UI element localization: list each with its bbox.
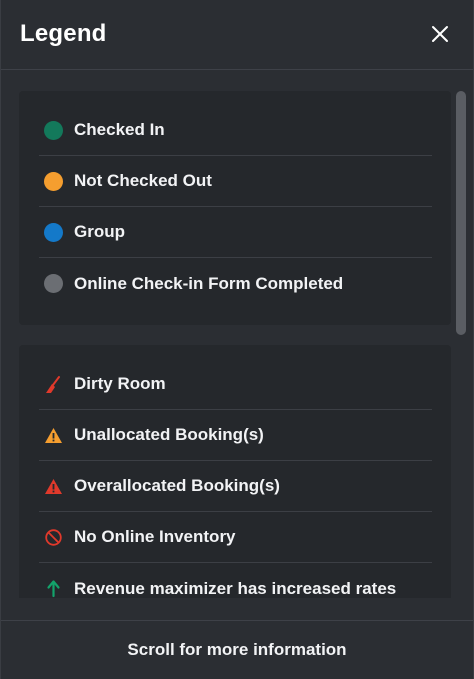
legend-item-label: Overallocated Booking(s): [74, 476, 280, 495]
group-dot: [44, 222, 63, 242]
not-checked-out-dot: [44, 171, 63, 191]
scroll-hint-text: Scroll for more information: [127, 640, 347, 659]
warning-triangle-icon: [44, 477, 63, 496]
arrow-up-icon: [44, 579, 63, 598]
legend-header: Legend: [1, 0, 473, 70]
indicator-legend-card: Dirty Room Unallocated Booking(s) Overal…: [19, 345, 451, 598]
legend-item-revenue-maximizer: Revenue maximizer has increased rates: [39, 563, 432, 598]
legend-item-label: Checked In: [74, 120, 165, 139]
scroll-hint-footer: Scroll for more information: [1, 620, 473, 679]
legend-item-online-checkin: Online Check-in Form Completed: [39, 258, 432, 309]
legend-item-group: Group: [39, 207, 432, 258]
legend-item-label: Dirty Room: [74, 374, 166, 393]
legend-title: Legend: [20, 20, 107, 47]
close-icon[interactable]: [429, 23, 451, 45]
legend-item-label: Revenue maximizer has increased rates: [74, 578, 397, 598]
broom-icon: [44, 375, 63, 394]
legend-item-checked-in: Checked In: [39, 105, 432, 156]
legend-scroll-area[interactable]: Checked In Not Checked Out Group Online …: [1, 70, 473, 598]
checked-in-dot: [44, 120, 63, 140]
legend-item-label: Online Check-in Form Completed: [74, 273, 344, 293]
close-button[interactable]: [429, 23, 451, 45]
legend-item-no-online-inventory: No Online Inventory: [39, 512, 432, 563]
status-legend-card: Checked In Not Checked Out Group Online …: [19, 91, 451, 325]
scrollbar-thumb[interactable]: [456, 91, 466, 335]
legend-item-dirty-room: Dirty Room: [39, 359, 432, 410]
legend-item-label: No Online Inventory: [74, 527, 236, 546]
legend-item-unallocated: Unallocated Booking(s): [39, 410, 432, 461]
warning-triangle-icon: [44, 426, 63, 445]
online-checkin-dot: [44, 274, 63, 293]
legend-item-not-checked-out: Not Checked Out: [39, 156, 432, 207]
legend-item-label: Not Checked Out: [74, 171, 212, 190]
legend-item-label: Unallocated Booking(s): [74, 425, 264, 444]
legend-item-overallocated: Overallocated Booking(s): [39, 461, 432, 512]
prohibited-icon: [44, 528, 63, 547]
legend-item-label: Group: [74, 222, 125, 241]
legend-panel: Legend Checked In Not Checked Out Group: [0, 0, 474, 679]
